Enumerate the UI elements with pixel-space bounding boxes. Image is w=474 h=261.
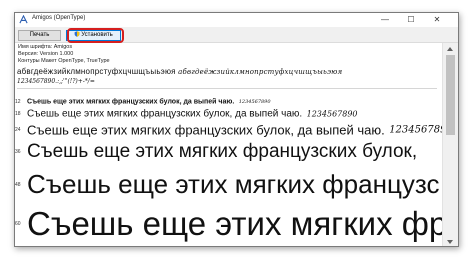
size-label: 12 [15,98,21,105]
maximize-button[interactable]: ☐ [401,13,421,26]
window-title: Amigos (OpenType) [32,15,86,21]
alphabet-script: абвгдеёжзийклмнопрстуфхцчшщъыьэюя [178,68,343,76]
sample-line-24: 24 Съешь еще этих мягких французских було… [15,121,443,139]
vertical-scrollbar[interactable] [442,43,458,246]
scrollbar-thumb[interactable] [446,55,455,135]
scroll-up-arrow-icon[interactable] [447,47,453,51]
font-name-line: Имя шрифта: Amigos [18,44,73,50]
sample-text: Съешь еще этих мягких французских булок,… [27,122,385,138]
font-viewer-window: Amigos (OpenType) — ☐ ✕ Печать Установит… [14,12,459,247]
sample-text: Съешь еще этих мягких французских булок, [27,141,418,162]
title-bar: Amigos (OpenType) — ☐ ✕ [15,13,458,27]
minimize-button[interactable]: — [375,13,395,26]
install-highlight-box [67,28,124,43]
font-version-line: Версия: Version 1.000 [18,51,74,57]
divider [17,88,437,89]
size-label: 60 [15,221,21,227]
size-label: 36 [15,149,21,155]
sample-line-36: 36 Съешь еще этих мягких французских було… [15,141,417,163]
print-button[interactable]: Печать [18,30,61,41]
size-label: 24 [15,126,21,133]
font-preview-pane: Имя шрифта: Amigos Версия: Version 1.000… [15,43,443,246]
scroll-down-arrow-icon[interactable] [447,240,453,244]
sample-line-48: 48 Съешь еще этих мягких французс [15,169,439,200]
sample-digits: 1234567890 [389,124,443,136]
sample-text: Съешь еще этих мягких французс [27,169,440,199]
font-app-icon [19,15,28,24]
sample-line-60: 60 Съешь еще этих мягких фр [15,205,443,243]
close-button[interactable]: ✕ [427,13,447,26]
digits-sample: 1234567890.:,;'"(!?)+-*/= [17,78,95,85]
sample-digits: 1234567890 [238,98,271,105]
size-label: 18 [15,110,21,117]
alphabet-sample: абвгдеёжзийклмнопрстуфхцчшщъыьэюя абвгде… [17,67,342,76]
sample-text: Съешь еще этих мягких французских булок,… [27,108,303,120]
font-outline-line: Контуры Макет OpenType, TrueType [18,58,110,64]
size-label: 48 [15,181,21,188]
sample-text: Съешь еще этих мягких фр [27,205,443,242]
alphabet-regular: абвгдеёжзийклмнопрстуфхцчшщъыьэюя [17,67,176,76]
sample-digits: 1234567890 [306,109,358,119]
